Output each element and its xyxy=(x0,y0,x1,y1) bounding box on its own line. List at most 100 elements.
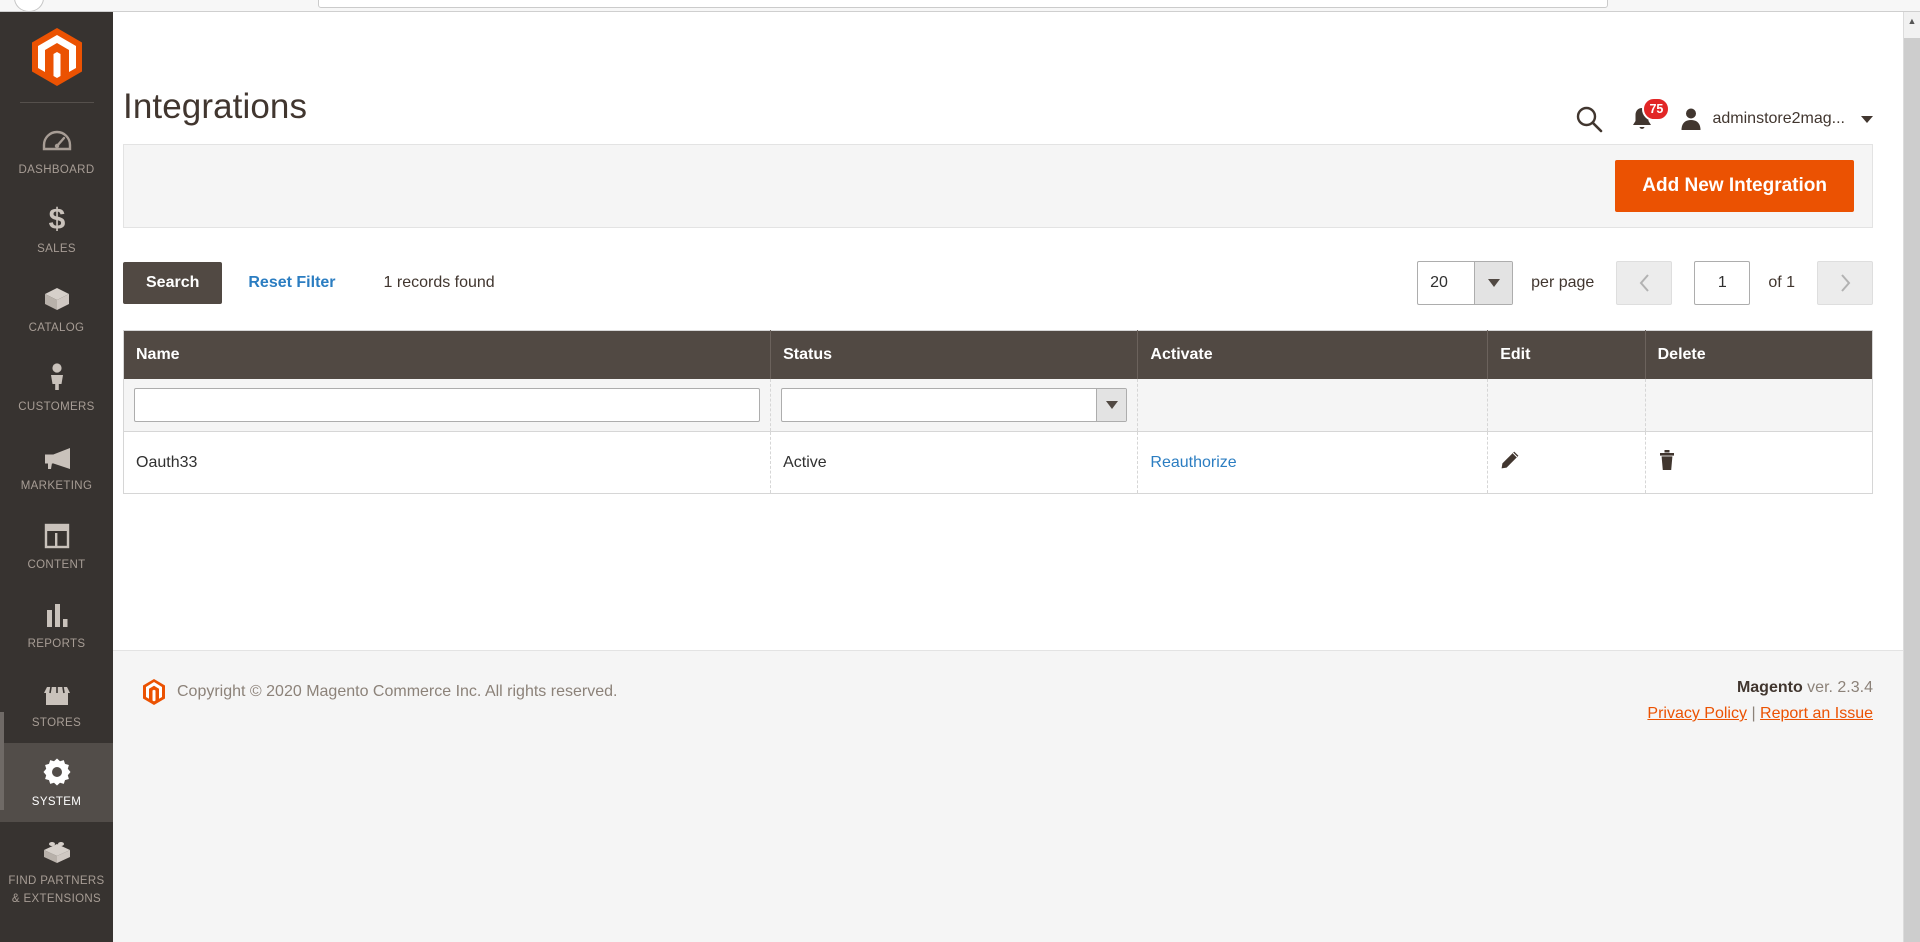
next-page-button[interactable] xyxy=(1817,261,1873,305)
column-header-edit[interactable]: Edit xyxy=(1488,331,1645,380)
sidebar-item-catalog[interactable]: Catalog xyxy=(0,269,113,348)
notifications-badge: 75 xyxy=(1642,97,1670,121)
catalog-box-icon xyxy=(2,282,111,312)
stores-storefront-icon xyxy=(2,677,111,707)
search-icon[interactable] xyxy=(1574,104,1604,134)
svg-text:$: $ xyxy=(48,203,65,233)
sidebar-item-label: Dashboard xyxy=(19,164,95,176)
magento-logo[interactable] xyxy=(0,12,113,102)
add-new-integration-button[interactable]: Add New Integration xyxy=(1615,160,1854,212)
copyright-block: Copyright © 2020 Magento Commerce Inc. A… xyxy=(143,679,617,705)
notifications-button[interactable]: 75 xyxy=(1630,106,1654,133)
trash-icon[interactable] xyxy=(1658,449,1676,476)
marketing-megaphone-icon xyxy=(2,440,111,470)
magento-logo-icon xyxy=(32,28,82,86)
table-row[interactable]: Oauth33 Active Reauthorize xyxy=(124,432,1873,494)
version-line: Magento ver. 2.3.4 xyxy=(1647,679,1873,697)
dashboard-icon xyxy=(2,124,111,154)
column-header-status[interactable]: Status xyxy=(771,331,1138,380)
dropdown-arrow-icon[interactable] xyxy=(1096,389,1126,421)
content-layout-icon xyxy=(2,519,111,549)
sidebar-item-content[interactable]: Content xyxy=(0,506,113,585)
footer-links: Privacy Policy | Report an Issue xyxy=(1647,705,1873,723)
status-filter-select[interactable] xyxy=(781,388,1127,422)
page-number-input[interactable] xyxy=(1694,261,1750,305)
total-pages-label: of 1 xyxy=(1768,274,1795,292)
status-filter-value xyxy=(782,389,1096,421)
browser-address-bar[interactable] xyxy=(318,0,1608,8)
customers-person-icon xyxy=(2,361,111,391)
chevron-down-icon[interactable] xyxy=(1474,262,1512,304)
sidebar-item-label: System xyxy=(32,796,81,808)
footer-link-separator: | xyxy=(1751,705,1755,722)
reset-filter-link[interactable]: Reset Filter xyxy=(248,274,335,292)
reports-bars-icon xyxy=(2,598,111,628)
page-actions-bar: Add New Integration xyxy=(123,144,1873,228)
cell-edit xyxy=(1488,432,1645,494)
chevron-left-icon xyxy=(1638,273,1651,293)
sidebar-item-system[interactable]: System xyxy=(0,743,113,822)
per-page-select[interactable]: 20 xyxy=(1417,261,1513,305)
column-header-activate[interactable]: Activate xyxy=(1138,331,1488,380)
name-filter-input[interactable] xyxy=(134,388,760,422)
pencil-icon[interactable] xyxy=(1500,450,1520,475)
sidebar-item-label: Marketing xyxy=(21,480,93,492)
system-gear-icon xyxy=(2,756,111,786)
grid-toolbar: Search Reset Filter 1 records found 20 p… xyxy=(123,258,1873,308)
cell-activate: Reauthorize xyxy=(1138,432,1488,494)
browser-tab-nub xyxy=(14,0,44,12)
user-menu[interactable]: adminstore2mag... xyxy=(1680,107,1873,131)
page-content: Add New Integration Search Reset Filter … xyxy=(113,144,1903,494)
sidebar-item-marketing[interactable]: Marketing xyxy=(0,427,113,506)
reauthorize-link[interactable]: Reauthorize xyxy=(1150,454,1236,471)
user-avatar-icon xyxy=(1680,107,1702,131)
per-page-label: per page xyxy=(1531,274,1594,292)
browser-chrome-sliver xyxy=(0,0,1920,12)
sidebar-item-find-partners-extensions[interactable]: Find Partners & Extensions xyxy=(0,822,113,919)
grid-header: Name Status Activate Edit Delete xyxy=(124,331,1873,380)
scrollbar-thumb[interactable] xyxy=(1904,38,1920,942)
column-header-delete[interactable]: Delete xyxy=(1645,331,1872,380)
grid-filter-row xyxy=(124,379,1873,432)
filter-cell-activate xyxy=(1138,379,1488,432)
cell-status: Active xyxy=(771,432,1138,494)
search-button[interactable]: Search xyxy=(123,262,222,304)
sidebar-item-label: Reports xyxy=(28,638,86,650)
sidebar-item-label: Stores xyxy=(32,717,81,729)
page-canvas: Integrations 75 admin xyxy=(113,12,1903,942)
sidebar-item-sales[interactable]: $ Sales xyxy=(0,190,113,269)
sidebar-item-reports[interactable]: Reports xyxy=(0,585,113,664)
records-found-text: 1 records found xyxy=(384,274,495,292)
chevron-down-icon[interactable] xyxy=(1861,116,1873,123)
footer-right: Magento ver. 2.3.4 Privacy Policy | Repo… xyxy=(1647,679,1873,723)
sidebar-item-customers[interactable]: Customers xyxy=(0,348,113,427)
privacy-policy-link[interactable]: Privacy Policy xyxy=(1647,705,1747,722)
sidebar-item-dashboard[interactable]: Dashboard xyxy=(0,111,113,190)
column-header-name[interactable]: Name xyxy=(124,331,771,380)
sidebar-divider xyxy=(20,102,94,103)
per-page-value: 20 xyxy=(1418,262,1474,304)
page-title: Integrations xyxy=(123,87,307,127)
page-footer: Copyright © 2020 Magento Commerce Inc. A… xyxy=(113,650,1903,942)
sidebar-item-stores[interactable]: Stores xyxy=(0,664,113,743)
copyright-text: Copyright © 2020 Magento Commerce Inc. A… xyxy=(177,683,617,701)
filter-cell-delete xyxy=(1645,379,1872,432)
previous-page-button[interactable] xyxy=(1616,261,1672,305)
brand-name: Magento xyxy=(1737,679,1803,696)
cell-delete xyxy=(1645,432,1872,494)
sidebar-item-label: Sales xyxy=(37,243,76,255)
chevron-right-icon xyxy=(1839,273,1852,293)
page-scrollbar[interactable]: ▲ xyxy=(1903,12,1920,942)
sales-dollar-icon: $ xyxy=(2,203,111,233)
page-header: Integrations 75 admin xyxy=(113,12,1903,144)
user-name: adminstore2mag... xyxy=(1712,110,1845,128)
sidebar-item-label: Catalog xyxy=(29,322,85,334)
sidebar-active-edge xyxy=(0,712,4,810)
main-sidebar: Dashboard $ Sales Catalog Customers xyxy=(0,12,113,942)
header-actions: 75 adminstore2mag... xyxy=(1574,104,1873,134)
scrollbar-up-arrow-icon[interactable]: ▲ xyxy=(1904,12,1920,29)
filter-cell-name xyxy=(124,379,771,432)
report-issue-link[interactable]: Report an Issue xyxy=(1760,705,1873,722)
sidebar-item-label: Content xyxy=(27,559,85,571)
version-text: ver. 2.3.4 xyxy=(1807,679,1873,696)
